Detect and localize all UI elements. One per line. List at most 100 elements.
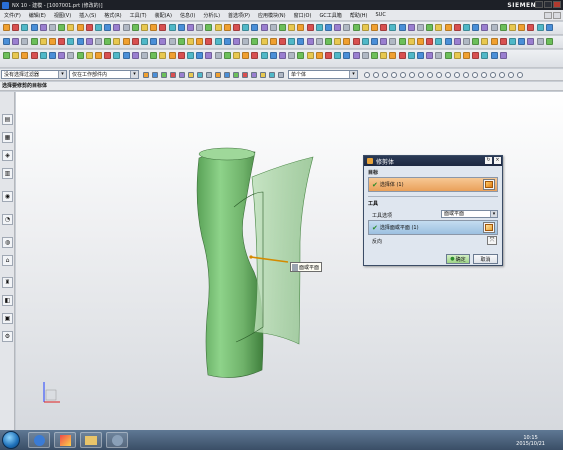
toolbar-tool-icon[interactable] [205, 24, 213, 31]
type-filter-combo[interactable]: 没有选择过滤器 ▾ [1, 70, 67, 79]
taskbar-app-nx[interactable] [54, 432, 76, 448]
toolbar-tool-icon[interactable] [499, 24, 507, 31]
toolbar-tool-icon[interactable] [205, 52, 213, 59]
snap-point-icon[interactable] [472, 71, 478, 78]
toolbar-tool-icon[interactable] [76, 24, 84, 31]
selection-tool-icon[interactable] [197, 71, 203, 78]
snap-point-icon[interactable] [445, 71, 451, 78]
toolbar-tool-icon[interactable] [361, 24, 369, 31]
toolbar-tool-icon[interactable] [490, 52, 498, 59]
toolbar-tool-icon[interactable] [131, 24, 139, 31]
toolbar-tool-icon[interactable] [3, 52, 10, 59]
toolbar-tool-icon[interactable] [417, 38, 424, 45]
scope-combo[interactable]: 仅在工作部件内 ▾ [69, 70, 139, 79]
toolbar-tool-icon[interactable] [352, 24, 360, 31]
toolbar-tool-icon[interactable] [39, 38, 47, 45]
toolbar-tool-icon[interactable] [417, 24, 424, 31]
toolbar-tool-icon[interactable] [527, 38, 535, 45]
taskbar-app-sogou[interactable] [28, 432, 50, 448]
menu-application[interactable]: 应用模块(N) [254, 12, 290, 19]
toolbar-tool-icon[interactable] [39, 52, 47, 59]
toolbar-tool-icon[interactable] [95, 38, 102, 45]
toolbar-tool-icon[interactable] [343, 38, 351, 45]
toolbar-tool-icon[interactable] [187, 38, 194, 45]
toolbar-tool-icon[interactable] [371, 38, 378, 45]
toolbar-tool-icon[interactable] [21, 38, 29, 45]
toolbar-tool-icon[interactable] [490, 38, 498, 45]
selection-tool-icon[interactable] [215, 71, 221, 78]
toolbar-tool-icon[interactable] [39, 24, 47, 31]
toolbar-tool-icon[interactable] [196, 38, 204, 45]
toolbar-tool-icon[interactable] [67, 24, 75, 31]
toolbar-tool-icon[interactable] [205, 38, 213, 45]
snap-point-icon[interactable] [364, 71, 370, 78]
manufacturing-wizard-icon[interactable]: ⚙ [2, 331, 13, 342]
toolbar-tool-icon[interactable] [509, 38, 516, 45]
toolbar-tool-icon[interactable] [453, 52, 461, 59]
toolbar-tool-icon[interactable] [453, 24, 461, 31]
toolbar-tool-icon[interactable] [3, 24, 10, 31]
toolbar-tool-icon[interactable] [187, 24, 194, 31]
toolbar-tool-icon[interactable] [380, 52, 388, 59]
toolbar-tool-icon[interactable] [472, 24, 480, 31]
selection-tool-icon[interactable] [188, 71, 194, 78]
toolbar-tool-icon[interactable] [131, 38, 139, 45]
snap-point-icon[interactable] [508, 71, 514, 78]
snap-point-icon[interactable] [391, 71, 397, 78]
toolbar-tool-icon[interactable] [122, 52, 130, 59]
toolbar-tool-icon[interactable] [12, 38, 20, 45]
snap-point-icon[interactable] [499, 71, 505, 78]
toolbar-tool-icon[interactable] [242, 52, 250, 59]
toolbar-tool-icon[interactable] [12, 52, 20, 59]
toolbar-tool-icon[interactable] [463, 24, 470, 31]
selection-tool-icon[interactable] [251, 71, 257, 78]
toolbar-tool-icon[interactable] [453, 38, 461, 45]
toolbar-tool-icon[interactable] [343, 24, 351, 31]
toolbar-tool-icon[interactable] [159, 24, 167, 31]
toolbar-tool-icon[interactable] [325, 38, 332, 45]
toolbar-tool-icon[interactable] [463, 52, 470, 59]
toolbar-tool-icon[interactable] [85, 52, 93, 59]
snap-point-icon[interactable] [454, 71, 460, 78]
toolbar-tool-icon[interactable] [407, 52, 415, 59]
toolbar-tool-icon[interactable] [279, 52, 286, 59]
toolbar-tool-icon[interactable] [306, 38, 314, 45]
toolbar-tool-icon[interactable] [380, 24, 388, 31]
snap-point-icon[interactable] [409, 71, 415, 78]
selection-tool-icon[interactable] [269, 71, 275, 78]
toolbar-tool-icon[interactable] [141, 24, 148, 31]
close-dialog-button[interactable]: × [494, 157, 501, 164]
toolbar-tool-icon[interactable] [334, 38, 342, 45]
toolbar-tool-icon[interactable] [536, 24, 544, 31]
toolbar-tool-icon[interactable] [499, 52, 507, 59]
selection-tool-icon[interactable] [260, 71, 266, 78]
toolbar-tool-icon[interactable] [417, 52, 424, 59]
selection-tool-icon[interactable] [170, 71, 176, 78]
toolbar-tool-icon[interactable] [58, 52, 66, 59]
toolbar-tool-icon[interactable] [334, 52, 342, 59]
menu-tools[interactable]: 工具(T) [126, 12, 151, 19]
toolbar-tool-icon[interactable] [196, 24, 204, 31]
toolbar-tool-icon[interactable] [343, 52, 351, 59]
toolbar-tool-icon[interactable] [113, 38, 121, 45]
toolbar-tool-icon[interactable] [21, 52, 29, 59]
menu-insert[interactable]: 插入(S) [75, 12, 100, 19]
toolbar-tool-icon[interactable] [527, 24, 535, 31]
toolbar-tool-icon[interactable] [472, 52, 480, 59]
toolbar-tool-icon[interactable] [398, 52, 406, 59]
select-body-button[interactable] [483, 179, 495, 190]
palettes-icon[interactable]: ▣ [2, 313, 13, 324]
toolbar-tool-icon[interactable] [104, 24, 112, 31]
system-scenes-icon[interactable]: ◧ [2, 295, 13, 306]
toolbar-tool-icon[interactable] [499, 38, 507, 45]
reuse-library-icon[interactable]: ▥ [2, 168, 13, 179]
toolbar-tool-icon[interactable] [187, 52, 194, 59]
toolbar-tool-icon[interactable] [389, 52, 397, 59]
toolbar-tool-icon[interactable] [279, 38, 286, 45]
toolbar-tool-icon[interactable] [30, 52, 38, 59]
menu-suc[interactable]: SUC [371, 12, 389, 18]
toolbar-tool-icon[interactable] [76, 52, 84, 59]
snap-point-icon[interactable] [427, 71, 433, 78]
selection-tool-icon[interactable] [224, 71, 230, 78]
menu-gc-toolkit[interactable]: GC工具箱 [315, 12, 345, 19]
